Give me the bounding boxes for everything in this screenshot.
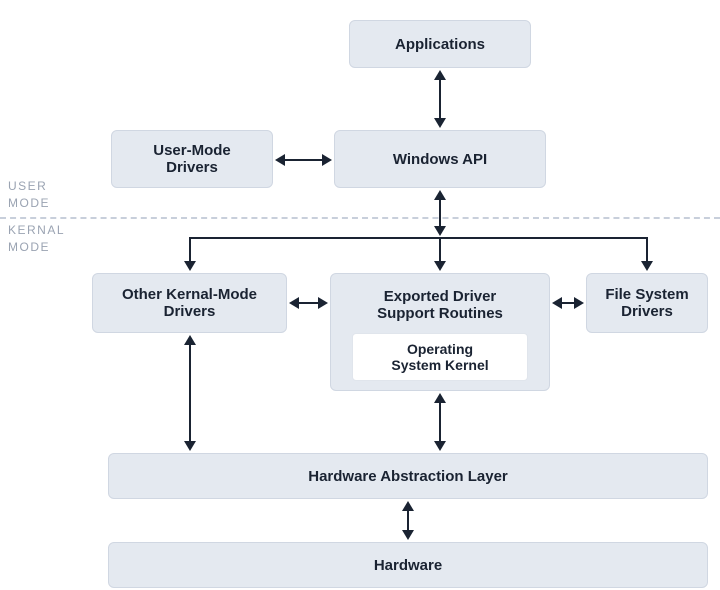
arrow-routines-fs — [552, 295, 584, 311]
architecture-diagram: USER MODE KERNAL MODE Applications User-… — [0, 0, 720, 590]
user-mode-label: USER MODE — [8, 178, 50, 212]
branch-left-line — [189, 237, 191, 263]
branch-mid-line — [439, 237, 441, 263]
mode-divider — [0, 217, 720, 219]
os-kernel-box: Operating System Kernel — [352, 333, 528, 381]
branch-left-arrow — [184, 261, 196, 271]
arrow-other-hal — [182, 335, 198, 451]
exported-routines-label: Exported Driver Support Routines — [377, 288, 503, 322]
hal-box: Hardware Abstraction Layer — [108, 453, 708, 499]
arrow-apps-api — [432, 70, 448, 128]
branch-bar — [190, 237, 648, 239]
other-kernal-drivers-box: Other Kernal-Mode Drivers — [92, 273, 287, 333]
windows-api-box: Windows API — [334, 130, 546, 188]
arrow-other-routines — [289, 295, 328, 311]
hardware-box: Hardware — [108, 542, 708, 588]
user-mode-drivers-box: User-Mode Drivers — [111, 130, 273, 188]
arrow-hal-hardware — [400, 501, 416, 540]
arrow-usermode-api — [275, 152, 332, 168]
branch-mid-arrow — [434, 261, 446, 271]
branch-right-arrow — [641, 261, 653, 271]
arrow-routines-hal — [432, 393, 448, 451]
kernal-mode-label: KERNAL MODE — [8, 222, 65, 256]
applications-box: Applications — [349, 20, 531, 68]
branch-right-line — [646, 237, 648, 263]
file-system-drivers-box: File System Drivers — [586, 273, 708, 333]
arrow-api-down — [432, 190, 448, 236]
